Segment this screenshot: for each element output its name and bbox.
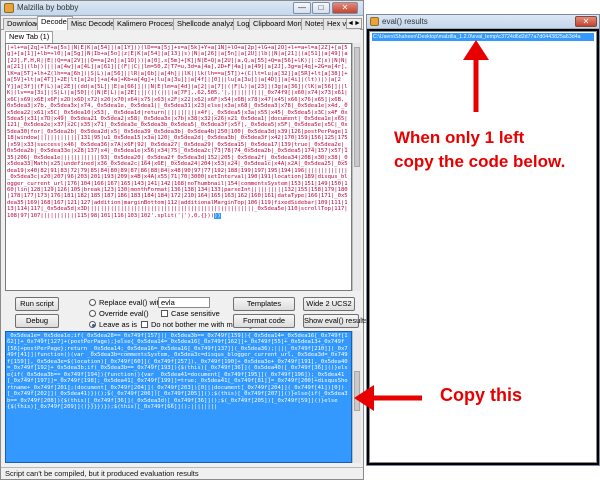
left-arrow-icon — [354, 385, 422, 411]
annotation-arrows — [354, 40, 489, 411]
annotation-line-2: copy the code below. — [394, 152, 566, 171]
annotation-copy-this: Copy this — [440, 385, 523, 405]
up-arrow-icon — [463, 40, 489, 112]
annotation-line-1: When only 1 left — [394, 128, 525, 147]
